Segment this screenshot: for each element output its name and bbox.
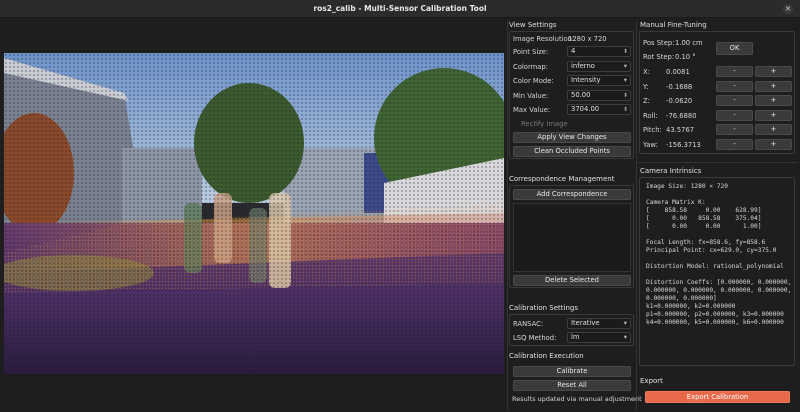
fine-tuning-value: 43.5767 <box>666 126 695 134</box>
increment-button[interactable]: + <box>755 139 792 150</box>
increment-button[interactable]: + <box>755 81 792 92</box>
view-settings-title: View Settings <box>509 21 557 29</box>
camera-intrinsics-title: Camera Intrinsics <box>640 167 702 175</box>
intrinsics-line: p1=0.000000, p2=0.000000, k3=0.000000 <box>646 311 784 318</box>
fine-tuning-label: Pitch: <box>643 126 662 134</box>
ransac-dropdown[interactable]: Iterative <box>567 318 631 329</box>
decrement-button[interactable]: - <box>716 81 753 92</box>
max-value-spinbox[interactable]: 3704.00 <box>567 104 631 115</box>
colormap-label: Colormap: <box>513 63 549 71</box>
intrinsics-line: 0.000000, 0.000000] <box>646 295 717 302</box>
increment-button[interactable]: + <box>755 66 792 77</box>
fine-tuning-value: -76.6880 <box>666 112 697 120</box>
close-icon[interactable]: ✕ <box>783 4 793 14</box>
intrinsics-line: Camera Matrix K: <box>646 199 706 206</box>
fine-tuning-label: Y: <box>643 83 649 91</box>
intrinsics-line: k4=0.000000, k5=0.000000, k6=0.000000 <box>646 319 784 326</box>
image-resolution-label: Image Resolution: <box>513 35 575 43</box>
rectify-image-checkbox[interactable]: Rectify Image <box>521 120 568 128</box>
apply-view-changes-button[interactable]: Apply View Changes <box>513 132 631 143</box>
calibration-settings-title: Calibration Settings <box>509 304 579 312</box>
intrinsics-line: [ 0.00 0.00 1.00] <box>646 223 762 230</box>
fine-tuning-value: -0.1688 <box>666 83 693 91</box>
lsq-method-label: LSQ Method: <box>513 334 557 342</box>
calibrate-button[interactable]: Calibrate <box>513 366 631 377</box>
decrement-button[interactable]: - <box>716 139 753 150</box>
title-bar: ros2_calib - Multi-Sensor Calibration To… <box>0 0 800 18</box>
intrinsics-line: [ 858.58 0.00 628.99] <box>646 207 762 214</box>
camera-image <box>4 53 504 374</box>
correspondence-list[interactable] <box>513 203 631 272</box>
fine-tuning-label: Roll: <box>643 112 658 120</box>
correspondence-title: Correspondence Management <box>509 175 615 183</box>
camera-image-viewport[interactable] <box>4 53 504 374</box>
intrinsics-line: Image Size: 1280 × 720 <box>646 183 728 190</box>
min-value-label: Min Value: <box>513 92 549 100</box>
rot-step-value[interactable]: 0.10 ° <box>675 53 696 61</box>
fine-tuning-value: -156.3713 <box>666 141 701 149</box>
color-mode-dropdown[interactable]: Intensity <box>567 75 631 86</box>
point-size-spinbox[interactable]: 4 <box>567 46 631 57</box>
reset-all-button[interactable]: Reset All <box>513 380 631 391</box>
export-calibration-button[interactable]: Export Calibration <box>645 391 790 403</box>
pos-step-value[interactable]: 1.00 cm <box>675 39 703 47</box>
ransac-label: RANSAC: <box>513 320 544 328</box>
intrinsics-line: [ 0.00 858.58 375.04] <box>646 215 762 222</box>
intrinsics-line: Principal Point: cx=629.0, cy=375.0 <box>646 247 777 254</box>
fine-tuning-value: 0.0081 <box>666 68 690 76</box>
rot-step-label: Rot Step: <box>643 53 675 61</box>
increment-button[interactable]: + <box>755 110 792 121</box>
panel-divider <box>636 20 637 410</box>
intrinsics-line: k1=0.000000, k2=0.000000 <box>646 303 736 310</box>
point-size-label: Point Size: <box>513 48 549 56</box>
decrement-button[interactable]: - <box>716 110 753 121</box>
image-resolution-value: 1280 x 720 <box>568 35 607 43</box>
fine-tuning-title: Manual Fine-Tuning <box>640 21 707 29</box>
add-correspondence-button[interactable]: Add Correspondence <box>513 189 631 200</box>
colormap-dropdown[interactable]: inferno <box>567 61 631 72</box>
clean-occluded-points-button[interactable]: Clean Occluded Points <box>513 146 631 157</box>
panel-divider <box>507 20 508 410</box>
intrinsics-line: Distortion Coeffs: [0.000000, 0.000000, <box>646 279 792 286</box>
ok-button[interactable]: OK <box>716 42 753 55</box>
window-title: ros2_calib - Multi-Sensor Calibration To… <box>313 4 487 13</box>
calibration-execution-title: Calibration Execution <box>509 352 584 360</box>
section-divider <box>638 162 798 163</box>
status-text: Results updated via manual adjustment <box>512 395 642 403</box>
fine-tuning-label: Z: <box>643 97 650 105</box>
intrinsics-line: Distortion Model: rational_polynomial <box>646 263 784 270</box>
increment-button[interactable]: + <box>755 124 792 135</box>
pos-step-label: Pos Step: <box>643 39 675 47</box>
max-value-label: Max Value: <box>513 106 551 114</box>
decrement-button[interactable]: - <box>716 66 753 77</box>
decrement-button[interactable]: - <box>716 124 753 135</box>
export-title: Export <box>640 377 663 385</box>
intrinsics-line: Focal Length: fx=858.6, fy=858.6 <box>646 239 766 246</box>
decrement-button[interactable]: - <box>716 95 753 106</box>
increment-button[interactable]: + <box>755 95 792 106</box>
fine-tuning-label: Yaw: <box>643 141 658 149</box>
fine-tuning-label: X: <box>643 68 650 76</box>
fine-tuning-value: -0.0620 <box>666 97 693 105</box>
color-mode-label: Color Mode: <box>513 77 554 85</box>
intrinsics-line: 0.000000, 0.000000, 0.000000, 0.000000, <box>646 287 792 294</box>
delete-selected-button[interactable]: Delete Selected <box>513 275 631 286</box>
lsq-method-dropdown[interactable]: lm <box>567 332 631 343</box>
min-value-spinbox[interactable]: 50.00 <box>567 90 631 101</box>
